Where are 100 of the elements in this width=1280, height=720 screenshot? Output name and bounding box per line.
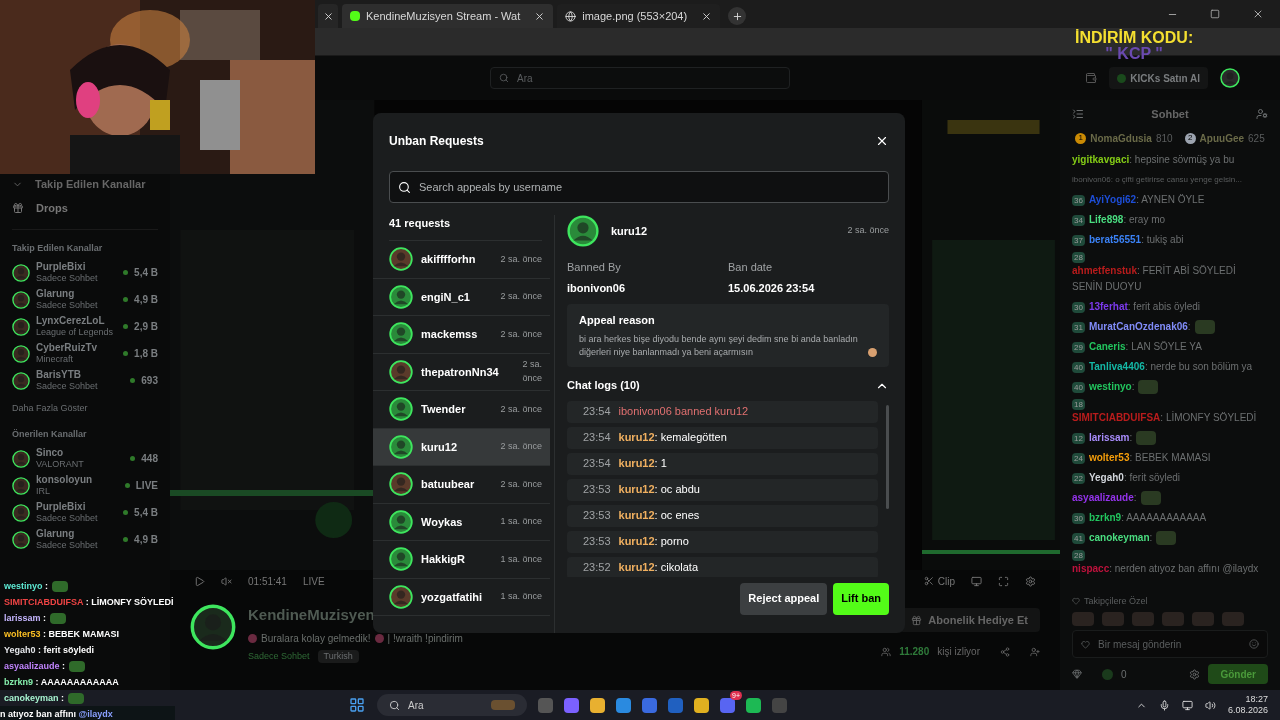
lift-ban-button[interactable]: Lift ban bbox=[833, 582, 889, 615]
channel-item[interactable]: PurpleBixi Sadece Sohbet 5,4 B bbox=[12, 259, 158, 286]
collapse-chat-icon[interactable] bbox=[1072, 108, 1084, 120]
request-item[interactable]: mackemss 2 sa. önce bbox=[373, 316, 550, 354]
tag[interactable]: Turkish bbox=[317, 649, 359, 663]
chat-message: bzrkn9: AAAAAAAAAAAA bbox=[1088, 511, 1207, 525]
channel-category: Sadece Sohbet bbox=[36, 381, 99, 393]
request-item[interactable]: kuru12 2 sa. önce bbox=[373, 428, 550, 466]
request-item[interactable]: engiN_c1 2 sa. önce bbox=[373, 278, 550, 316]
fullscreen-icon[interactable] bbox=[998, 575, 1009, 587]
send-button[interactable]: Gönder bbox=[1208, 664, 1268, 684]
kicks-button[interactable]: KICKs Satın Al bbox=[1109, 67, 1208, 89]
chat-logs-toggle[interactable]: Chat logs (10) bbox=[567, 374, 889, 397]
speaker-icon[interactable] bbox=[1204, 699, 1216, 711]
channel-item[interactable]: Glarung Sadece Sohbet 4,9 B bbox=[12, 526, 158, 553]
request-item[interactable]: thepatronNn34 2 sa. önce bbox=[373, 353, 550, 391]
app-icon[interactable] bbox=[694, 697, 709, 713]
app-icon[interactable] bbox=[616, 697, 631, 713]
request-time: 2 sa. önce bbox=[521, 358, 542, 385]
subscriber-badge: 34 bbox=[1072, 214, 1085, 226]
settings-icon[interactable] bbox=[1189, 668, 1201, 680]
play-icon[interactable] bbox=[194, 575, 205, 587]
username: engiN_c1 bbox=[421, 289, 471, 305]
log-message: kuru12: oc abdu bbox=[618, 482, 700, 498]
clip-button[interactable]: Clip bbox=[923, 573, 955, 589]
app-icon[interactable] bbox=[590, 697, 605, 713]
close-icon[interactable] bbox=[875, 134, 889, 148]
user-avatar bbox=[389, 322, 413, 347]
browser-tab[interactable]: KendineMuzisyen Stream - Wat bbox=[342, 4, 554, 28]
request-item[interactable]: HakkigR 1 sa. önce bbox=[373, 541, 550, 579]
collapse-toggle[interactable]: Takip Edilen Kanallar bbox=[12, 177, 158, 191]
chat-message: 13ferhat: ferit abis öyledi bbox=[1088, 300, 1201, 314]
new-tab-button[interactable] bbox=[728, 7, 747, 25]
username: kuru12 bbox=[421, 439, 459, 455]
wallet-icon[interactable] bbox=[1085, 72, 1098, 84]
rank-badge: 1 bbox=[1075, 132, 1087, 144]
browser-tab[interactable] bbox=[318, 4, 338, 28]
overlay-chat-message: larissam : bbox=[4, 612, 47, 625]
tag[interactable]: Sadece Sohbet bbox=[248, 649, 310, 663]
search-field[interactable]: Search appeals by username bbox=[389, 171, 889, 203]
close-icon[interactable] bbox=[701, 10, 713, 22]
username: HakkigR bbox=[421, 552, 467, 567]
search-icon bbox=[398, 180, 411, 194]
close-icon[interactable] bbox=[534, 10, 546, 22]
request-item[interactable]: akifffforhn 2 sa. önce bbox=[373, 241, 550, 279]
app-icon[interactable] bbox=[564, 697, 579, 713]
channel-item[interactable]: Glarung Sadece Sohbet 4,9 B bbox=[12, 286, 158, 313]
channel-item[interactable]: LynxCerezLoL League of Legends 2,9 B bbox=[12, 313, 158, 340]
channel-item[interactable]: BarisYTB Sadece Sohbet 693 bbox=[12, 367, 158, 394]
chat-message: canokeyman: bbox=[1088, 531, 1153, 545]
start-icon[interactable] bbox=[349, 697, 365, 713]
leaderboard-entry: 2 ApuuGee 625 bbox=[1184, 130, 1265, 146]
overlay-chat-message: westinyo : bbox=[4, 580, 49, 593]
request-time: 1 sa. önce bbox=[499, 552, 542, 566]
emote-icon bbox=[1136, 431, 1157, 445]
settings-icon[interactable] bbox=[1025, 575, 1036, 587]
mute-icon[interactable] bbox=[221, 575, 232, 587]
request-item[interactable]: batuubear 2 sa. önce bbox=[373, 466, 550, 504]
follow-icon[interactable] bbox=[1030, 646, 1040, 657]
clock[interactable]: 18:27 6.08.2026 bbox=[1227, 694, 1268, 716]
request-item[interactable]: yozgatfatihi 1 sa. önce bbox=[373, 578, 550, 616]
share-icon[interactable] bbox=[1000, 646, 1010, 657]
microphone-icon[interactable] bbox=[1158, 699, 1170, 711]
channel-item[interactable]: CyberRuizTv Minecraft 1,8 B bbox=[12, 340, 158, 367]
reject-appeal-button[interactable]: Reject appeal bbox=[740, 582, 828, 615]
gift-icon bbox=[12, 202, 24, 215]
log-time: 23:53 bbox=[583, 508, 611, 524]
taskbar-search[interactable]: Ara bbox=[377, 694, 527, 716]
search-field[interactable]: Ara bbox=[490, 67, 790, 89]
user-avatar bbox=[389, 397, 413, 422]
message-input[interactable]: Bir mesaj gönderin bbox=[1072, 630, 1268, 658]
request-time: 2 sa. önce bbox=[847, 224, 889, 238]
theater-icon[interactable] bbox=[971, 575, 982, 587]
app-icon[interactable] bbox=[720, 697, 735, 713]
chat-title: Sohbet bbox=[1151, 106, 1189, 122]
channel-category: VALORANT bbox=[36, 459, 85, 471]
close-icon[interactable] bbox=[322, 10, 334, 22]
network-icon[interactable] bbox=[1181, 699, 1193, 711]
username: yozgatfatihi bbox=[421, 589, 483, 605]
channel-item[interactable]: PurpleBixi Sadece Sohbet 5,4 B bbox=[12, 499, 158, 526]
subscriber-badge: 29 bbox=[1072, 341, 1085, 353]
channel-item[interactable]: Sinco VALORANT 448 bbox=[12, 445, 158, 472]
user-avatar bbox=[389, 547, 413, 572]
overlay-chat-message: bzrkn9 : AAAAAAAAAAAA bbox=[4, 676, 119, 689]
channel-item[interactable]: konsoloyun IRL LIVE bbox=[12, 472, 158, 499]
field-label: Banned By bbox=[567, 260, 622, 275]
request-item[interactable]: Woykas 1 sa. önce bbox=[373, 503, 550, 541]
subscriber-badge: 28 bbox=[1072, 550, 1085, 561]
viewer-count: 5,4 B bbox=[134, 506, 158, 520]
request-item[interactable]: Twender 2 sa. önce bbox=[373, 391, 550, 429]
stream-title: Buralara kolay gelmedik! bbox=[261, 631, 371, 646]
viewer-count: 4,9 B bbox=[134, 293, 158, 307]
channel-name: KendineMuzisyen bbox=[248, 605, 376, 625]
users-icon[interactable] bbox=[1256, 108, 1268, 120]
maximize-icon[interactable] bbox=[1210, 9, 1220, 19]
show-more-link[interactable]: Daha Fazla Göster bbox=[12, 402, 158, 416]
drops-link[interactable]: Drops bbox=[12, 200, 158, 230]
log-message: kuru12: porno bbox=[618, 534, 689, 550]
app-icon[interactable] bbox=[746, 697, 761, 713]
close-icon[interactable] bbox=[1252, 8, 1264, 20]
